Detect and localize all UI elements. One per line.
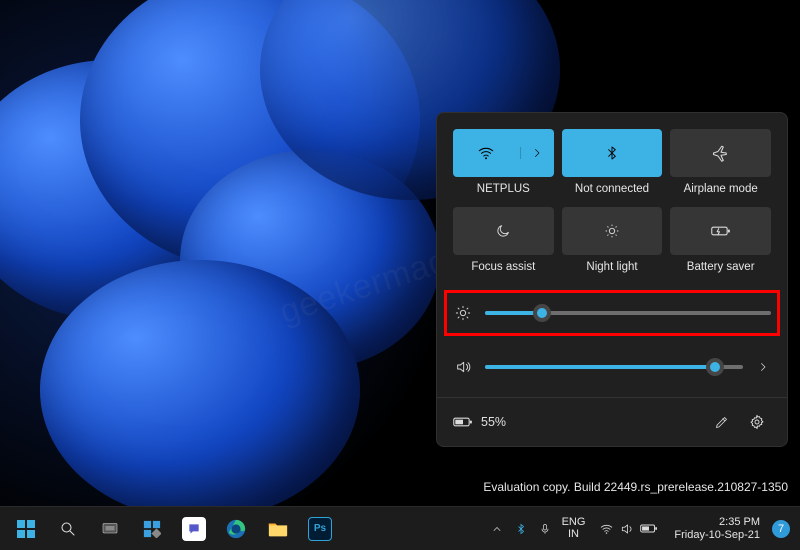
airplane-icon (712, 144, 730, 162)
volume-slider[interactable] (485, 365, 743, 369)
brightness-icon (453, 305, 473, 321)
network-volume-battery-cluster[interactable] (591, 522, 666, 536)
battery-percent-text: 55% (481, 415, 506, 429)
bluetooth-tile-label: Not connected (575, 183, 649, 197)
night-light-label: Night light (586, 261, 637, 275)
airplane-mode-tile[interactable] (670, 129, 771, 177)
chat-icon (182, 517, 206, 541)
clock-date: Friday-10-Sep-21 (674, 529, 760, 542)
clock-button[interactable]: 2:35 PM Friday-10-Sep-21 (668, 516, 766, 541)
chevron-up-icon (491, 523, 503, 535)
pencil-icon (714, 415, 729, 430)
photoshop-button[interactable]: Ps (300, 509, 340, 549)
bluetooth-icon (515, 522, 527, 536)
night-light-tile[interactable] (562, 207, 663, 255)
search-icon (59, 520, 77, 538)
quick-tiles-row-1: NETPLUS Not connected Airplane mode (453, 129, 771, 197)
wifi-tile-label: NETPLUS (477, 183, 530, 197)
volume-icon (620, 522, 634, 536)
task-view-button[interactable] (90, 509, 130, 549)
brightness-slider[interactable] (485, 311, 771, 315)
quick-settings-flyout: NETPLUS Not connected Airplane mode (436, 112, 788, 447)
microphone-icon (539, 522, 551, 536)
tray-microphone-icon[interactable] (534, 509, 556, 549)
tray-bluetooth-icon[interactable] (510, 509, 532, 549)
folder-icon (267, 519, 289, 539)
edge-icon (225, 518, 247, 540)
task-view-icon (101, 520, 119, 538)
taskbar: Ps ENG IN (0, 506, 800, 550)
moon-icon (495, 223, 511, 239)
chevron-right-icon (531, 147, 543, 159)
clock-time: 2:35 PM (719, 516, 760, 529)
airplane-tile-label: Airplane mode (684, 183, 758, 197)
tray-overflow-button[interactable] (486, 509, 508, 549)
chat-button[interactable] (174, 509, 214, 549)
battery-saver-label: Battery saver (687, 261, 755, 275)
quick-settings-footer: 55% (437, 397, 787, 446)
edit-quick-settings-button[interactable] (707, 408, 735, 436)
battery-icon (453, 416, 473, 428)
windows-logo-icon (16, 519, 36, 539)
search-button[interactable] (48, 509, 88, 549)
language-secondary: IN (568, 529, 579, 541)
brightness-slider-row (447, 293, 777, 333)
gear-icon (749, 414, 765, 430)
focus-assist-label: Focus assist (471, 261, 535, 275)
volume-expand-button[interactable] (755, 361, 771, 373)
photoshop-icon: Ps (308, 517, 332, 541)
wifi-icon (599, 522, 614, 536)
wifi-icon (477, 144, 495, 162)
wifi-toggle[interactable] (453, 144, 520, 162)
language-indicator[interactable]: ENG IN (558, 517, 590, 540)
widgets-button[interactable] (132, 509, 172, 549)
bluetooth-tile[interactable] (562, 129, 663, 177)
file-explorer-button[interactable] (258, 509, 298, 549)
system-tray: ENG IN 2:35 PM Friday-10-Sep-21 7 (486, 509, 794, 549)
edge-button[interactable] (216, 509, 256, 549)
chevron-right-icon (757, 361, 769, 373)
night-light-icon (604, 223, 620, 239)
battery-saver-tile[interactable] (670, 207, 771, 255)
start-button[interactable] (6, 509, 46, 549)
battery-saver-icon (711, 224, 731, 238)
battery-icon (640, 523, 658, 534)
wifi-expand-button[interactable] (520, 147, 554, 159)
evaluation-watermark: Evaluation copy. Build 22449.rs_prerelea… (483, 480, 788, 496)
language-primary: ENG (562, 517, 586, 529)
volume-icon (453, 359, 473, 375)
quick-tiles-row-2: Focus assist Night light Battery saver (453, 207, 771, 275)
volume-slider-row (453, 351, 771, 383)
wifi-tile[interactable] (453, 129, 554, 177)
focus-assist-tile[interactable] (453, 207, 554, 255)
settings-button[interactable] (743, 408, 771, 436)
bluetooth-icon (604, 145, 620, 161)
widgets-icon (143, 520, 161, 538)
notification-badge[interactable]: 7 (772, 520, 790, 538)
